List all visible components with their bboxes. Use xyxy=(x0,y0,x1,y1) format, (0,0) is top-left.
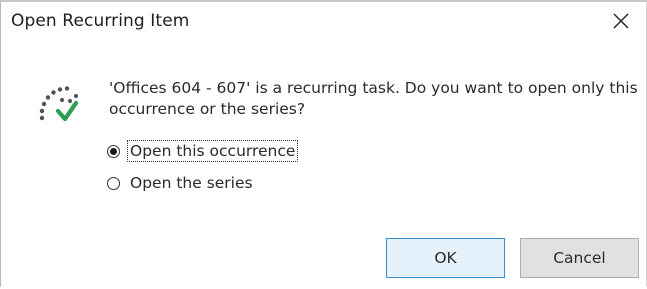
open-series-radio[interactable] xyxy=(107,176,120,190)
open-series-label[interactable]: Open the series xyxy=(128,173,255,193)
open-occurrence-radio[interactable] xyxy=(107,144,120,158)
prompt-message: 'Offices 604 - 607' is a recurring task.… xyxy=(109,79,638,118)
open-series-option[interactable]: Open the series xyxy=(107,167,297,199)
dialog-content: 'Offices 604 - 607' is a recurring task.… xyxy=(1,40,646,289)
dialog-title: Open Recurring Item xyxy=(11,11,190,31)
recurring-task-icon xyxy=(39,86,79,122)
cancel-button[interactable]: Cancel xyxy=(520,238,639,278)
title-bar: Open Recurring Item xyxy=(1,2,646,40)
open-recurring-item-dialog: Open Recurring Item 'Offices 604 - 607' … xyxy=(0,0,647,289)
close-icon xyxy=(613,13,629,29)
open-occurrence-option[interactable]: Open this occurrence xyxy=(107,135,299,167)
open-options-group: Open this occurrence Open the series xyxy=(107,135,299,199)
open-occurrence-label[interactable]: Open this occurrence xyxy=(126,140,299,162)
close-button[interactable] xyxy=(604,5,638,37)
ok-button[interactable]: OK xyxy=(386,238,505,278)
